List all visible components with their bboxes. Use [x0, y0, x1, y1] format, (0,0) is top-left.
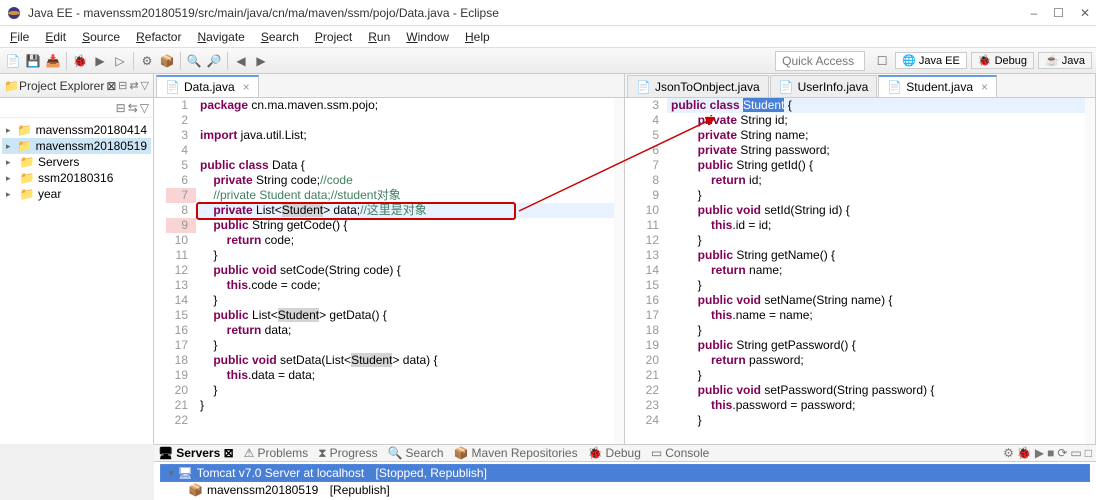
- server-row[interactable]: ▾ 🖥 Tomcat v7.0 Server at localhost [Sto…: [160, 464, 1090, 482]
- new-server-button[interactable]: ⚙: [138, 52, 156, 70]
- servers-icon: 🖥: [158, 446, 173, 460]
- perspective-java[interactable]: ☕ Java: [1038, 52, 1092, 69]
- menu-help[interactable]: Help: [457, 28, 498, 46]
- eclipse-icon: [6, 5, 22, 21]
- menu-window[interactable]: Window: [398, 28, 457, 46]
- tab-data-java[interactable]: 📄Data.java×: [156, 75, 259, 97]
- save-all-button[interactable]: 📥: [44, 52, 62, 70]
- link-editor-button[interactable]: ⇄: [129, 79, 138, 92]
- search-icon: 🔍: [388, 446, 403, 460]
- open-type-button[interactable]: 🔍: [185, 52, 203, 70]
- menu-navigate[interactable]: Navigate: [189, 28, 252, 46]
- menu-run[interactable]: Run: [360, 28, 398, 46]
- minimize-view-button[interactable]: ▭: [1070, 446, 1081, 460]
- main-toolbar: 📄 💾 📥 🐞 ▶ ▷ ⚙ 📦 🔍 🔎 ◀ ▶ ☐🌐 Java EE🐞 Debu…: [0, 48, 1096, 74]
- perspective-java-ee[interactable]: 🌐 Java EE: [895, 52, 967, 69]
- run-button[interactable]: ▶: [91, 52, 109, 70]
- editor-left-code[interactable]: 1package cn.ma.maven.ssm.pojo;23import j…: [154, 98, 624, 444]
- tab-jsontoonbject-java[interactable]: 📄JsonToOnbject.java: [627, 75, 769, 97]
- server-icon: 🖥: [178, 466, 193, 480]
- menu-dropdown-button[interactable]: ▽: [140, 101, 149, 115]
- maven repositories-icon: 📦: [454, 446, 469, 460]
- tab-userinfo-java[interactable]: 📄UserInfo.java: [770, 75, 878, 97]
- tab-close-button[interactable]: ×: [243, 80, 250, 94]
- overview-ruler[interactable]: [1085, 98, 1095, 444]
- project-mavenssm20180519[interactable]: ▸📁mavenssm20180519: [2, 138, 151, 154]
- new-package-button[interactable]: 📦: [158, 52, 176, 70]
- maximize-button[interactable]: ☐: [1053, 6, 1064, 20]
- project-tree[interactable]: ▸📁mavenssm20180414▸📁mavenssm20180519▸📁Se…: [0, 118, 153, 206]
- bottom-tabs: 🖥 Servers ⊠ ⚠ Problems ⧗ Progress 🔍 Search 📦…: [154, 445, 1096, 462]
- menu-edit[interactable]: Edit: [37, 28, 74, 46]
- editor-left-tabs: 📄Data.java×: [154, 74, 624, 98]
- close-button[interactable]: ✕: [1080, 6, 1090, 20]
- java-file-icon: 📄: [887, 80, 902, 94]
- nav-back-button[interactable]: ◀: [232, 52, 250, 70]
- progress-icon: ⧗: [318, 446, 326, 461]
- titlebar: Java EE - mavenssm20180519/src/main/java…: [0, 0, 1096, 26]
- servers-profile-button[interactable]: ⚙: [1003, 446, 1014, 460]
- folder-icon: 📁: [4, 79, 19, 93]
- debug-button[interactable]: 🐞: [71, 52, 89, 70]
- new-button[interactable]: 📄: [4, 52, 22, 70]
- menubar: FileEditSourceRefactorNavigateSearchProj…: [0, 26, 1096, 48]
- java-file-icon: 📄: [779, 80, 794, 94]
- debug-icon: 🐞: [588, 446, 603, 460]
- server-module-row[interactable]: 📦 mavenssm20180519 [Republish]: [160, 482, 1090, 498]
- project-explorer: 📁 Project Explorer ⊠ ⊟ ⇄ ▽ ⊟ ⇆ ▽ ▸📁maven…: [0, 74, 154, 444]
- bottom-tab-problems[interactable]: ⚠ Problems: [244, 446, 308, 460]
- servers-stop-button[interactable]: ■: [1047, 446, 1054, 460]
- filter-button[interactable]: ⊟: [116, 101, 126, 115]
- bottom-panel: 🖥 Servers ⊠ ⚠ Problems ⧗ Progress 🔍 Search 📦…: [154, 444, 1096, 500]
- problems-icon: ⚠: [244, 446, 255, 460]
- bottom-tab-servers[interactable]: 🖥 Servers ⊠: [158, 446, 234, 460]
- tab-student-java[interactable]: 📄Student.java×: [878, 75, 997, 97]
- java-file-icon: 📄: [165, 80, 180, 94]
- bottom-tab-debug[interactable]: 🐞 Debug: [588, 446, 641, 460]
- search-button[interactable]: 🔎: [205, 52, 223, 70]
- maximize-view-button[interactable]: □: [1085, 446, 1092, 460]
- bottom-tab-progress[interactable]: ⧗ Progress: [318, 446, 377, 461]
- editor-right: 📄JsonToOnbject.java📄UserInfo.java📄Studen…: [625, 74, 1096, 444]
- menu-refactor[interactable]: Refactor: [128, 28, 189, 46]
- servers-debug-button[interactable]: 🐞: [1017, 446, 1032, 460]
- menu-search[interactable]: Search: [253, 28, 307, 46]
- overview-ruler[interactable]: [614, 98, 624, 444]
- project-year[interactable]: ▸📁year: [2, 186, 151, 202]
- bottom-tab-maven-repositories[interactable]: 📦 Maven Repositories: [454, 446, 578, 460]
- perspective-debug[interactable]: 🐞 Debug: [971, 52, 1034, 69]
- editor-left: 📄Data.java× 1package cn.ma.maven.ssm.poj…: [154, 74, 625, 444]
- menu-source[interactable]: Source: [74, 28, 128, 46]
- module-icon: 📦: [188, 483, 203, 497]
- nav-forward-button[interactable]: ▶: [252, 52, 270, 70]
- java-file-icon: 📄: [636, 80, 651, 94]
- run-external-button[interactable]: ▷: [111, 52, 129, 70]
- minimize-button[interactable]: –: [1030, 6, 1037, 20]
- open-perspective-button[interactable]: ☐: [873, 52, 891, 70]
- editor-right-tabs: 📄JsonToOnbject.java📄UserInfo.java📄Studen…: [625, 74, 1095, 98]
- focus-button[interactable]: ⇆: [128, 101, 138, 115]
- save-button[interactable]: 💾: [24, 52, 42, 70]
- collapse-all-button[interactable]: ⊟: [118, 79, 127, 92]
- console-icon: ▭: [651, 446, 662, 460]
- project-ssm20180316[interactable]: ▸📁ssm20180316: [2, 170, 151, 186]
- project-mavenssm20180414[interactable]: ▸📁mavenssm20180414: [2, 122, 151, 138]
- servers-start-button[interactable]: ▶: [1035, 446, 1044, 460]
- servers-publish-button[interactable]: ⟳: [1057, 446, 1067, 460]
- project-Servers[interactable]: ▸📁Servers: [2, 154, 151, 170]
- tab-close-button[interactable]: ×: [981, 80, 988, 94]
- bottom-tab-console[interactable]: ▭ Console: [651, 446, 709, 460]
- view-menu-button[interactable]: ▽: [141, 79, 149, 92]
- menu-project[interactable]: Project: [307, 28, 360, 46]
- quick-access-input[interactable]: [775, 51, 865, 71]
- editor-right-code[interactable]: 3public class Student {4 private String …: [625, 98, 1095, 444]
- menu-file[interactable]: File: [2, 28, 37, 46]
- bottom-tab-search[interactable]: 🔍 Search: [388, 446, 444, 460]
- window-title: Java EE - mavenssm20180519/src/main/java…: [28, 6, 1030, 20]
- project-explorer-header: 📁 Project Explorer ⊠ ⊟ ⇄ ▽: [0, 74, 153, 98]
